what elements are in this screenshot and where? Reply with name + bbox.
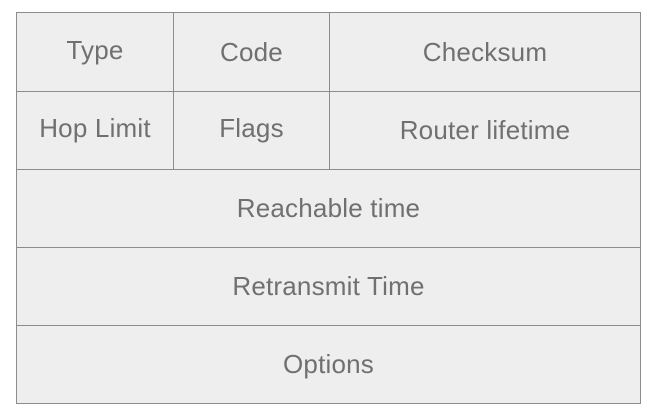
field-options: Options — [282, 349, 374, 379]
field-retransmit-time: Retransmit Time — [232, 271, 425, 301]
field-checksum: Checksum — [422, 36, 548, 67]
packet-format-diagram: Type Code Checksum Hop Limit Flags Route… — [16, 12, 641, 404]
field-router-lifetime: Router lifetime — [399, 115, 571, 145]
field-flags: Flags — [219, 113, 284, 143]
field-code: Code — [220, 36, 283, 67]
field-hop-limit: Hop Limit — [39, 113, 151, 143]
field-type: Type — [66, 34, 124, 65]
field-reachable-time: Reachable time — [236, 193, 421, 223]
